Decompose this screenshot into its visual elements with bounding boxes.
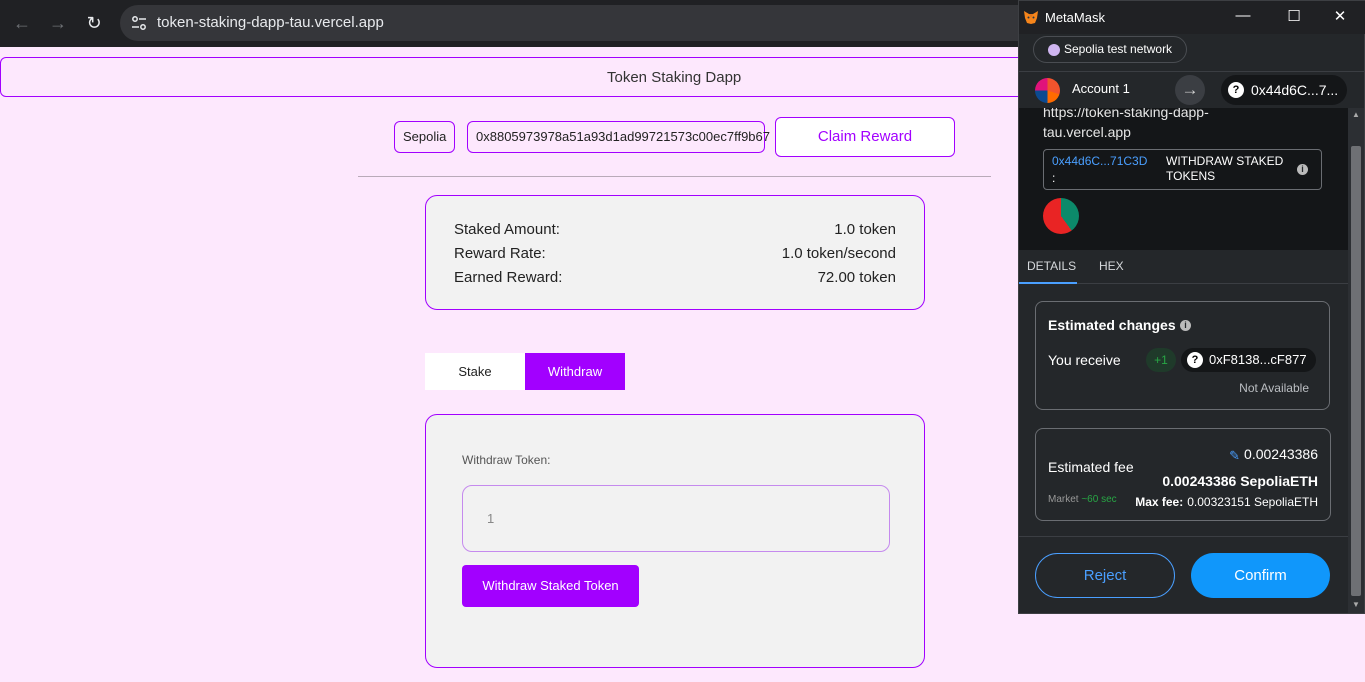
close-icon[interactable]: ✕ xyxy=(1330,7,1350,25)
stat-label: Reward Rate: xyxy=(454,245,546,262)
maximize-icon[interactable]: ☐ xyxy=(1284,7,1304,25)
stat-label: Staked Amount: xyxy=(454,221,560,238)
withdraw-staked-token-button[interactable]: Withdraw Staked Token xyxy=(462,565,639,607)
stat-row-staked: Staked Amount: 1.0 token xyxy=(454,221,896,241)
wallet-address-chip: 0x8805973978a51a93d1ad99721573c00ec7ff9b… xyxy=(467,121,770,153)
recipient-address-pill[interactable]: ? 0x44d6C...7... xyxy=(1221,75,1347,105)
confirm-button[interactable]: Confirm xyxy=(1191,553,1330,598)
account-name: Account 1 xyxy=(1072,81,1130,96)
contract-address-link[interactable]: 0x44d6C...71C3D xyxy=(1052,154,1147,168)
withdraw-token-label: Withdraw Token: xyxy=(462,453,551,467)
reject-button[interactable]: Reject xyxy=(1035,553,1175,598)
address-bar[interactable]: token-staking-dapp-tau.vercel.app xyxy=(120,5,1120,41)
page-title: Token Staking Dapp xyxy=(607,69,742,86)
tab-hex[interactable]: HEX xyxy=(1099,259,1124,273)
fee-eth-value: 0.00243386 SepoliaETH xyxy=(1162,473,1318,489)
metamask-window: MetaMask — ☐ ✕ Sepolia test network Acco… xyxy=(1018,0,1365,614)
metamask-fox-icon xyxy=(1024,11,1038,24)
info-icon[interactable]: i xyxy=(1180,320,1191,331)
active-tab-indicator xyxy=(1019,282,1077,284)
withdraw-panel: Withdraw Token: 1 Withdraw Staked Token xyxy=(425,414,925,668)
network-selector[interactable]: Sepolia test network xyxy=(1033,36,1188,63)
estimated-fee-card: ✎ 0.00243386 Estimated fee 0.00243386 Se… xyxy=(1035,428,1331,521)
estimated-changes-card: Estimated changes i You receive +1 ? 0xF… xyxy=(1035,301,1330,410)
scroll-up-icon[interactable]: ▲ xyxy=(1351,110,1361,119)
forward-icon[interactable]: → xyxy=(45,10,71,36)
stat-value: 72.00 token xyxy=(817,269,896,286)
received-token-pill[interactable]: ? 0xF8138...cF877 xyxy=(1181,348,1316,372)
fiat-not-available: Not Available xyxy=(1239,381,1309,395)
stat-value: 1.0 token/second xyxy=(781,245,896,262)
contract-method-box: 0x44d6C...71C3D : WITHDRAW STAKED TOKENS… xyxy=(1043,149,1322,190)
url-text[interactable]: token-staking-dapp-tau.vercel.app xyxy=(157,14,384,31)
unknown-token-icon: ? xyxy=(1228,82,1244,98)
tab-details[interactable]: DETAILS xyxy=(1027,259,1076,273)
scrollbar-thumb[interactable] xyxy=(1351,146,1361,596)
market-time: ~60 sec xyxy=(1081,494,1117,505)
contract-avatar xyxy=(1043,198,1079,234)
info-icon[interactable]: i xyxy=(1297,164,1308,175)
request-summary: https://token-staking-dapp-tau.vercel.ap… xyxy=(1019,108,1348,250)
network-dot-icon xyxy=(1048,44,1060,56)
minimize-icon[interactable]: — xyxy=(1233,7,1253,24)
stat-label: Earned Reward: xyxy=(454,269,563,286)
estimated-changes-title: Estimated changes xyxy=(1048,317,1176,333)
account-bar: Account 1 → ? 0x44d6C...7... xyxy=(1019,71,1365,107)
site-settings-icon[interactable] xyxy=(130,14,148,32)
metamask-title: MetaMask xyxy=(1045,10,1105,25)
action-footer: Reject Confirm xyxy=(1019,536,1348,613)
scroll-down-icon[interactable]: ▼ xyxy=(1351,600,1361,609)
method-name: WITHDRAW STAKED TOKENS xyxy=(1166,154,1284,183)
staking-stats-card: Staked Amount: 1.0 token Reward Rate: 1.… xyxy=(425,195,925,310)
fee-speed: Market ~60 sec xyxy=(1048,494,1117,505)
back-icon[interactable]: ← xyxy=(9,10,35,36)
recipient-address: 0x44d6C...7... xyxy=(1251,82,1339,98)
receive-amount-badge: +1 xyxy=(1146,348,1176,372)
stat-row-earned: Earned Reward: 72.00 token xyxy=(454,269,896,289)
fee-fiat-value: 0.00243386 xyxy=(1244,446,1318,462)
withdraw-amount-input[interactable]: 1 xyxy=(462,485,890,552)
network-name: Sepolia test network xyxy=(1064,42,1173,56)
stat-row-reward-rate: Reward Rate: 1.0 token/second xyxy=(454,245,896,265)
account-avatar xyxy=(1035,78,1060,103)
claim-reward-button[interactable]: Claim Reward xyxy=(775,117,955,157)
contract-colon: : xyxy=(1052,171,1056,185)
edit-fee-icon[interactable]: ✎ xyxy=(1229,448,1240,464)
max-fee-label: Max fee: xyxy=(1135,495,1184,509)
stat-value: 1.0 token xyxy=(834,221,896,238)
arrow-right-icon: → xyxy=(1175,75,1205,105)
market-label: Market xyxy=(1048,494,1079,505)
tab-withdraw[interactable]: Withdraw xyxy=(525,353,625,390)
max-fee: Max fee: 0.00323151 SepoliaETH xyxy=(1135,495,1318,509)
reload-icon[interactable]: ↻ xyxy=(81,10,107,36)
you-receive-label: You receive xyxy=(1048,352,1121,368)
divider xyxy=(358,176,991,177)
network-chip: Sepolia xyxy=(394,121,456,153)
scrollbar[interactable]: ▲ ▼ xyxy=(1348,108,1364,613)
metamask-titlebar: MetaMask — ☐ ✕ xyxy=(1019,1,1365,34)
max-fee-value: 0.00323151 SepoliaETH xyxy=(1187,495,1318,509)
received-token-address: 0xF8138...cF877 xyxy=(1209,352,1307,367)
tab-stake[interactable]: Stake xyxy=(425,353,525,390)
estimated-fee-title: Estimated fee xyxy=(1048,459,1134,475)
details-tabs: DETAILS HEX xyxy=(1019,251,1348,284)
request-origin: https://token-staking-dapp-tau.vercel.ap… xyxy=(1043,108,1209,140)
unknown-token-icon: ? xyxy=(1187,352,1203,368)
